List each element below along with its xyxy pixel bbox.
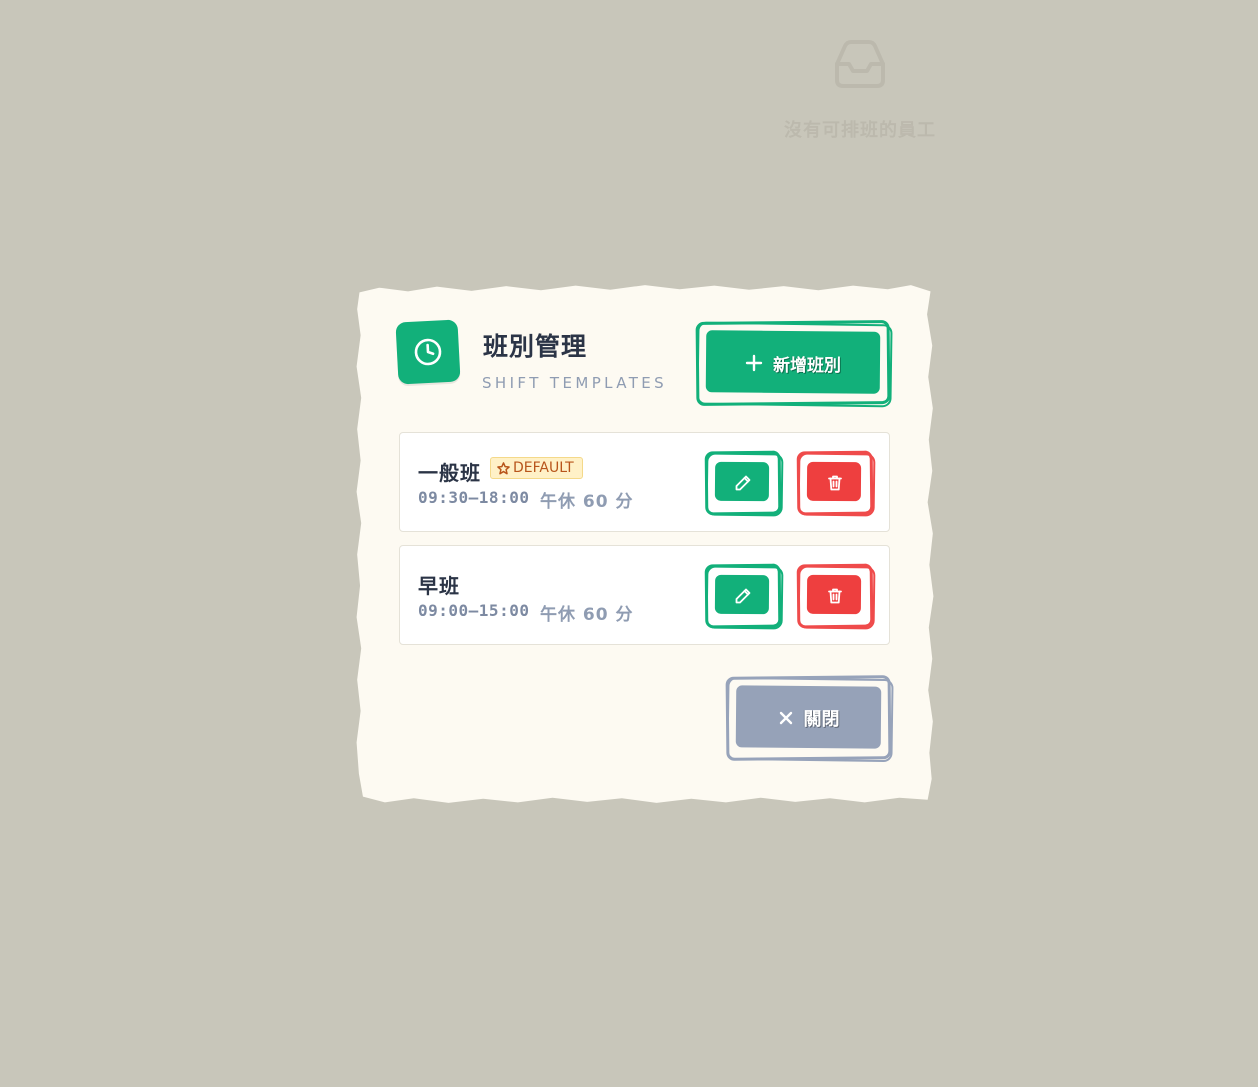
- add-shift-button[interactable]: 新增班別: [695, 319, 893, 408]
- edit-shift-button[interactable]: [704, 563, 784, 630]
- delete-shift-button[interactable]: [796, 450, 876, 517]
- trash-icon: [828, 588, 842, 604]
- close-icon: [779, 711, 792, 725]
- trash-icon: [828, 475, 842, 491]
- add-shift-label: 新增班別: [773, 355, 841, 376]
- shift-lunch: 午休 60 分: [540, 492, 634, 512]
- pencil-icon: [735, 475, 751, 491]
- close-label: 關閉: [803, 709, 840, 730]
- modal-subtitle: SHIFT TEMPLATES: [482, 374, 668, 392]
- modal-header-icon: [395, 319, 461, 385]
- empty-state-text: 沒有可排班的員工: [784, 120, 936, 141]
- shift-row-general: 一般班 DEFAULT 09:30–18:00 午休 60 分: [399, 432, 890, 532]
- star-icon: [497, 461, 510, 474]
- delete-shift-button[interactable]: [796, 563, 876, 630]
- edit-shift-button[interactable]: [704, 450, 784, 517]
- shift-name: 一般班: [418, 461, 481, 485]
- plus-icon: [745, 354, 763, 372]
- shift-name: 早班: [418, 574, 460, 598]
- pencil-icon: [735, 588, 751, 604]
- clock-icon: [414, 338, 442, 366]
- close-button[interactable]: 關閉: [725, 675, 894, 763]
- inbox-icon: [835, 40, 885, 88]
- shift-time: 09:00–15:00: [418, 601, 530, 620]
- shift-lunch: 午休 60 分: [540, 605, 634, 625]
- shift-templates-modal: 班別管理 SHIFT TEMPLATES 新增班別 一般班 DEFAULT 09…: [356, 285, 934, 803]
- modal-title: 班別管理: [483, 332, 588, 361]
- default-badge: DEFAULT: [490, 457, 583, 479]
- shift-time: 09:30–18:00: [418, 488, 530, 507]
- background-empty-state: 沒有可排班的員工: [770, 38, 950, 142]
- shift-row-early: 早班 09:00–15:00 午休 60 分: [399, 545, 890, 645]
